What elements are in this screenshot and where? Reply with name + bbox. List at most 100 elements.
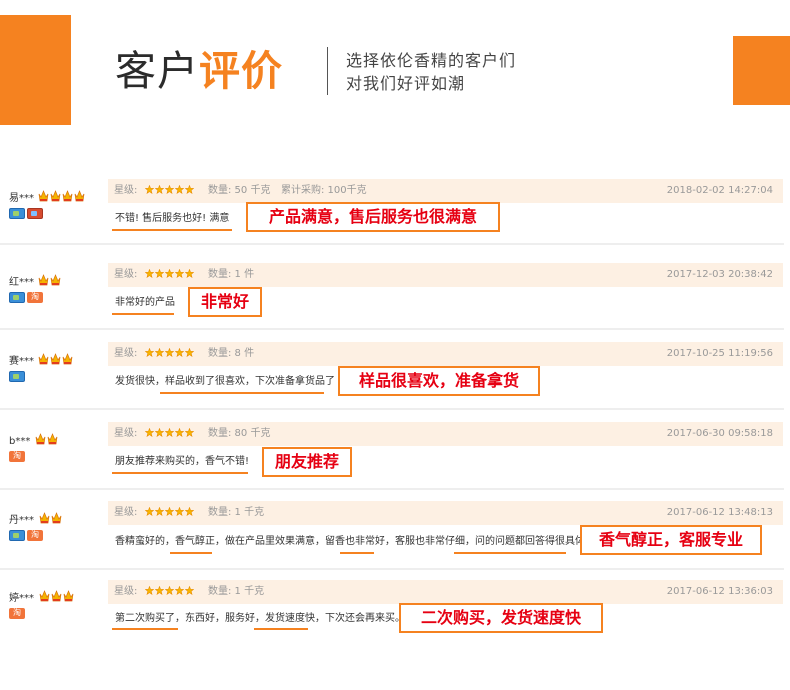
subtitle-line-2: 对我们好评如潮 <box>346 74 466 93</box>
review-comment: 不错! 售后服务也好! 满意 <box>115 213 230 224</box>
review-highlight-callout: 样品很喜欢，准备拿货 <box>338 366 540 396</box>
crown-icon <box>51 512 62 524</box>
review-meta-bar: 星级: 数量: 80 千克 2017-06-30 09:58:18 <box>108 422 783 446</box>
section-title: 客户评价 <box>115 46 283 96</box>
star-icon <box>145 269 154 278</box>
comment-highlight-underline <box>112 229 232 231</box>
comment-highlight-underline <box>112 628 178 630</box>
star-icon <box>145 428 154 437</box>
star-icon <box>185 269 194 278</box>
rating-stars <box>145 507 194 516</box>
review-item: 赛*** 星级: 数量: 8 件 2017-10-25 11:19:56 发货很… <box>0 330 790 410</box>
crown-icon <box>35 433 46 445</box>
purchase-quantity: 数量: 8 件 <box>208 348 255 359</box>
review-comment: 非常好的产品 <box>115 297 175 308</box>
reviewer-badges: 淘 <box>9 530 43 541</box>
star-icon <box>185 507 194 516</box>
star-icon <box>155 428 164 437</box>
rating-label: 星级: <box>114 269 138 280</box>
crown-icon <box>62 353 73 365</box>
star-icon <box>165 348 174 357</box>
reviewer-level-crowns <box>38 190 85 202</box>
taobao-badge-icon: 淘 <box>9 608 25 619</box>
buyer-badge-icon <box>9 208 25 219</box>
star-icon <box>165 428 174 437</box>
review-item: 婷*** 淘 星级: 数量: 1 千克 2017-06-12 13:36:03 … <box>0 570 790 650</box>
review-comment: 发货很快，样品收到了很喜欢，下次准备拿货品了 <box>115 376 335 387</box>
reviewer-badges: 淘 <box>9 292 43 303</box>
subtitle-line-1: 选择依伦香精的客户们 <box>346 51 517 70</box>
header-divider <box>327 47 328 95</box>
review-item: b*** 淘 星级: 数量: 80 千克 2017-06-30 09:58:18… <box>0 410 790 490</box>
reviewer-name: b*** <box>9 436 31 447</box>
star-icon <box>165 507 174 516</box>
crown-icon <box>50 190 61 202</box>
taobao-badge-icon: 淘 <box>27 292 43 303</box>
reviewer-level-crowns <box>38 274 61 286</box>
purchase-quantity: 数量: 1 千克 <box>208 586 265 597</box>
review-highlight-callout: 朋友推荐 <box>262 447 352 477</box>
comment-highlight-underline <box>112 313 174 315</box>
review-date: 2017-12-03 20:38:42 <box>666 269 773 280</box>
review-meta-bar: 星级: 数量: 1 件 2017-12-03 20:38:42 <box>108 263 783 287</box>
review-meta-bar: 星级: 数量: 8 件 2017-10-25 11:19:56 <box>108 342 783 366</box>
review-highlight-callout: 非常好 <box>188 287 262 317</box>
star-icon <box>155 586 164 595</box>
star-icon <box>155 348 164 357</box>
reviewer-badges: 淘 <box>9 451 25 462</box>
review-item: 丹*** 淘 星级: 数量: 1 千克 2017-06-12 13:48:13 … <box>0 490 790 570</box>
crown-icon <box>74 190 85 202</box>
buyer-badge-icon <box>9 530 25 541</box>
review-comment: 朋友推荐来购买的，香气不错! <box>115 456 250 467</box>
accumulated-purchase: 累计采购: 100千克 <box>281 185 367 196</box>
star-icon <box>165 586 174 595</box>
crown-icon <box>47 433 58 445</box>
comment-highlight-underline <box>170 552 212 554</box>
section-title-dark: 客户 <box>115 47 199 95</box>
star-icon <box>175 428 184 437</box>
reviewer-name: 易*** <box>9 193 34 204</box>
star-icon <box>145 586 154 595</box>
review-meta-bar: 星级: 数量: 1 千克 2017-06-12 13:48:13 <box>108 501 783 525</box>
review-item: 易*** 星级: 数量: 50 千克 累计采购: 100千克 2018-02-0… <box>0 165 790 245</box>
crown-icon <box>51 590 62 602</box>
buyer-badge-icon <box>9 292 25 303</box>
taobao-badge-icon: 淘 <box>9 451 25 462</box>
star-icon <box>175 185 184 194</box>
crown-icon <box>39 590 50 602</box>
header-accent-block-right <box>733 36 790 105</box>
reviewer-badges <box>9 208 43 219</box>
review-date: 2017-06-30 09:58:18 <box>666 428 773 439</box>
star-icon <box>155 185 164 194</box>
buyer-badge-icon <box>9 371 25 382</box>
review-date: 2017-06-12 13:48:13 <box>666 507 773 518</box>
review-meta-bar: 星级: 数量: 50 千克 累计采购: 100千克 2018-02-02 14:… <box>108 179 783 203</box>
review-date: 2017-10-25 11:19:56 <box>666 348 773 359</box>
purchase-quantity: 数量: 1 千克 <box>208 507 265 518</box>
purchase-quantity: 数量: 80 千克 <box>208 428 271 439</box>
review-date: 2017-06-12 13:36:03 <box>666 586 773 597</box>
section-subtitle: 选择依伦香精的客户们 对我们好评如潮 <box>346 49 516 95</box>
star-icon <box>155 269 164 278</box>
crown-icon <box>62 190 73 202</box>
reviewer-name: 婷*** <box>9 593 34 604</box>
reviewer-level-crowns <box>38 353 73 365</box>
reviewer-level-crowns <box>39 512 62 524</box>
star-icon <box>185 428 194 437</box>
review-date: 2018-02-02 14:27:04 <box>666 185 773 196</box>
rating-stars <box>145 269 194 278</box>
review-meta-bar: 星级: 数量: 1 千克 2017-06-12 13:36:03 <box>108 580 783 604</box>
rating-label: 星级: <box>114 507 138 518</box>
star-icon <box>175 507 184 516</box>
reviewer-name: 红*** <box>9 277 34 288</box>
star-icon <box>185 348 194 357</box>
reviewer-name: 丹*** <box>9 515 34 526</box>
review-item: 红*** 淘 星级: 数量: 1 件 2017-12-03 20:38:42 非… <box>0 245 790 330</box>
review-highlight-callout: 二次购买，发货速度快 <box>399 603 603 633</box>
crown-icon <box>38 190 49 202</box>
star-icon <box>175 269 184 278</box>
star-icon <box>145 185 154 194</box>
purchase-quantity: 数量: 1 件 <box>208 269 255 280</box>
crown-icon <box>63 590 74 602</box>
rating-label: 星级: <box>114 348 138 359</box>
